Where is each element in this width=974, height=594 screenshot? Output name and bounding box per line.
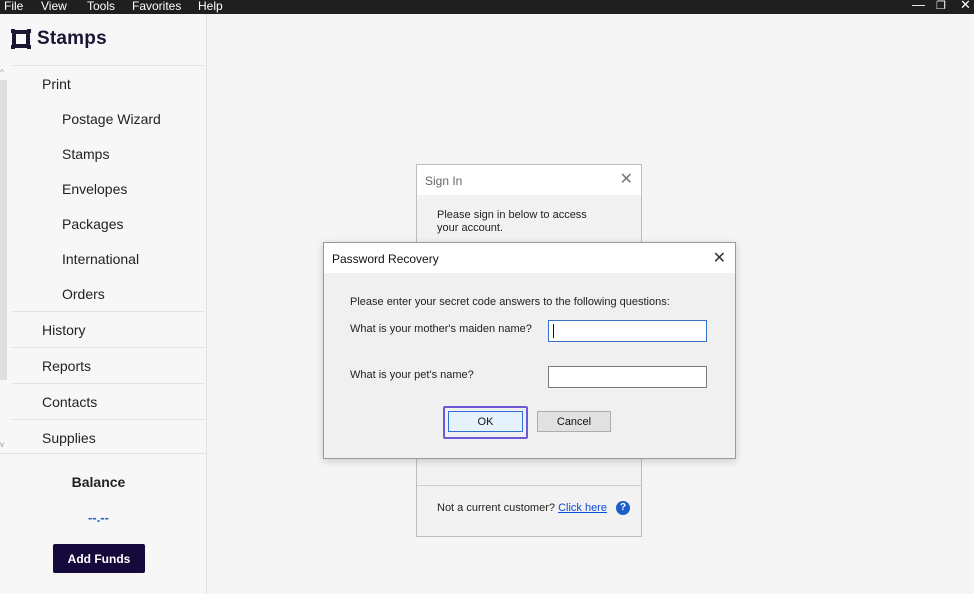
password-recovery-title: Password Recovery [332,252,439,266]
sidebar: Stamps ^ v Print Postage Wizard Stamps E… [0,14,207,594]
sidebar-scrollbar[interactable] [0,80,7,380]
menu-view[interactable]: View [41,0,67,12]
menu-bar: File View Tools Favorites Help — ❐ ✕ [0,0,974,14]
sidebar-item-envelopes[interactable]: Envelopes [62,181,127,197]
sign-in-message: Please sign in below to access your acco… [437,209,587,234]
sidebar-item-stamps[interactable]: Stamps [62,146,109,162]
text-caret [553,324,554,338]
password-recovery-message: Please enter your secret code answers to… [350,296,670,308]
question-pet-name-label: What is your pet's name? [350,369,474,381]
balance-value: --.-- [88,510,109,525]
question-mother-maiden-name-label: What is your mother's maiden name? [350,323,532,335]
sidebar-item-postage-wizard[interactable]: Postage Wizard [62,111,161,127]
cancel-button[interactable]: Cancel [537,411,611,432]
sidebar-item-print[interactable]: Print [42,76,71,92]
password-recovery-close-icon[interactable]: ✕ [713,248,726,268]
stamps-logo-icon [11,29,31,49]
divider [417,485,641,486]
scroll-down-icon[interactable]: v [0,440,4,449]
close-icon[interactable]: ✕ [960,0,971,11]
minimize-icon[interactable]: — [912,0,925,11]
stamps-logo[interactable]: Stamps [11,28,107,50]
menu-file[interactable]: File [4,0,23,12]
sidebar-item-packages[interactable]: Packages [62,216,123,232]
sign-in-footer: Not a current customer? Click here [437,502,607,514]
not-customer-text: Not a current customer? [437,502,555,514]
password-recovery-dialog: Password Recovery ✕ Please enter your se… [323,242,736,459]
mother-maiden-name-input[interactable] [548,320,707,342]
menu-tools[interactable]: Tools [87,0,115,12]
divider [12,419,204,420]
help-icon[interactable]: ? [616,501,630,515]
divider [0,453,206,454]
sign-in-title: Sign In [425,174,463,188]
sign-in-close-icon[interactable]: ✕ [620,169,633,189]
sidebar-item-history[interactable]: History [42,322,86,338]
click-here-link[interactable]: Click here [558,502,607,514]
sidebar-item-reports[interactable]: Reports [42,358,91,374]
divider [12,347,204,348]
balance-label: Balance [71,474,126,490]
add-funds-button[interactable]: Add Funds [53,544,145,573]
logo-text: Stamps [37,28,107,49]
restore-icon[interactable]: ❐ [936,0,946,12]
ok-button[interactable]: OK [448,411,523,432]
sidebar-item-contacts[interactable]: Contacts [42,394,97,410]
divider [12,311,204,312]
menu-favorites[interactable]: Favorites [132,0,181,12]
sidebar-item-orders[interactable]: Orders [62,286,105,302]
menu-help[interactable]: Help [198,0,223,12]
divider [12,383,204,384]
sidebar-item-supplies[interactable]: Supplies [42,430,96,446]
scroll-up-icon[interactable]: ^ [0,68,4,77]
divider [12,65,204,66]
sidebar-item-international[interactable]: International [62,251,139,267]
pet-name-input[interactable] [548,366,707,388]
